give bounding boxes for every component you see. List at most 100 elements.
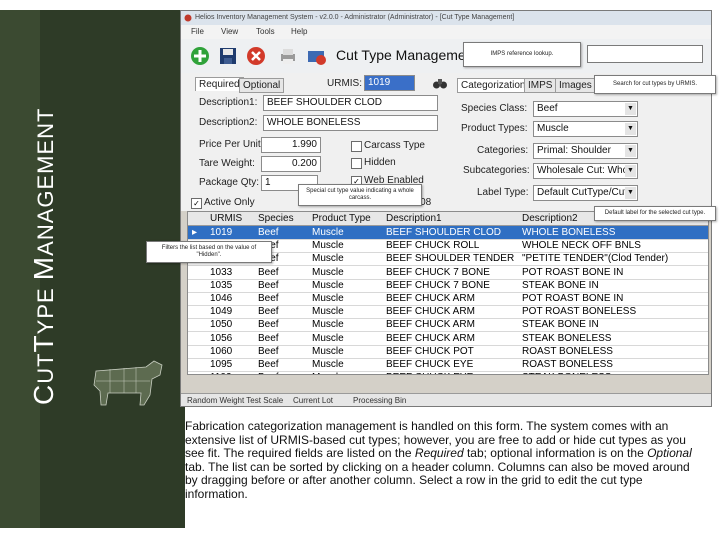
- column-header-product-type[interactable]: Product Type: [312, 213, 371, 224]
- table-row[interactable]: 1049 Beef Muscle BEEF CHUCK ARM POT ROAST BO…: [188, 305, 708, 320]
- table-cell: POT ROAST BONELESS: [522, 306, 637, 318]
- carcass-type-label: Carcass Type: [364, 140, 425, 151]
- urmis-search-input[interactable]: [587, 45, 703, 63]
- menu-bar: File View Tools Help: [181, 25, 711, 39]
- table-cell: BEEF SHOULDER TENDER: [386, 253, 515, 265]
- product-types-select[interactable]: Muscle ▼: [533, 121, 638, 137]
- table-cell: BEEF CHUCK ARM: [386, 306, 475, 318]
- table-cell: Beef: [258, 293, 279, 304]
- table-cell: Muscle: [312, 240, 344, 252]
- menu-tools[interactable]: Tools: [256, 27, 275, 36]
- status-scale[interactable]: Random Weight Test Scale: [187, 396, 283, 405]
- description-required: Required: [414, 446, 464, 461]
- species-class-value: Beef: [537, 103, 558, 114]
- table-cell: Beef: [258, 279, 279, 291]
- tare-field[interactable]: 0.200: [261, 156, 321, 172]
- price-label: Price Per Unit:: [199, 139, 264, 150]
- active-only-checkbox[interactable]: ✓: [191, 198, 202, 209]
- package-qty-label: Package Qty:: [199, 177, 260, 188]
- table-cell: Muscle: [312, 293, 344, 304]
- chevron-down-icon: ▼: [625, 145, 636, 157]
- product-types-label: Product Types:: [461, 123, 528, 134]
- window-titlebar: Helios Inventory Management System - v2.…: [181, 11, 711, 25]
- table-row[interactable]: 1050 Beef Muscle BEEF CHUCK ARM STEAK BONE I…: [188, 318, 708, 333]
- description1-field[interactable]: BEEF SHOULDER CLOD: [263, 95, 438, 111]
- table-row[interactable]: 1046 Beef Muscle BEEF CHUCK ARM POT ROAST BO…: [188, 292, 708, 306]
- callout-imps: IMPS reference lookup.: [463, 42, 581, 67]
- table-cell: STEAK BONELESS: [522, 332, 612, 344]
- menu-help[interactable]: Help: [291, 27, 307, 36]
- categories-value: Primal: Shoulder: [537, 145, 611, 156]
- add-button[interactable]: [189, 45, 211, 67]
- tab-categorization[interactable]: Categorization: [457, 78, 530, 93]
- cow-diagram-icon: [93, 360, 163, 406]
- column-header-description2[interactable]: Description2: [522, 213, 578, 224]
- subcategories-select[interactable]: Wholesale Cut: Whole ▼: [533, 163, 638, 179]
- table-cell: 1095: [210, 359, 233, 370]
- table-cell: STEAK BONE IN: [522, 319, 599, 331]
- callout-label-type: Default label for the selected cut type.: [594, 206, 716, 221]
- table-cell: 1056: [210, 332, 233, 344]
- tab-images[interactable]: Images: [555, 78, 596, 93]
- status-bin[interactable]: Processing Bin: [353, 396, 406, 405]
- table-cell: Beef: [258, 359, 279, 370]
- price-field[interactable]: 1.990: [261, 137, 321, 153]
- table-row[interactable]: 1102BeefMuscleBEEF CHUCK EYESTEAK BONELE…: [188, 371, 708, 374]
- tab-optional[interactable]: Optional: [239, 78, 285, 93]
- description-part3: tab. The list can be sorted by clicking …: [185, 459, 690, 501]
- tab-required[interactable]: Required: [195, 77, 244, 91]
- callout-carcass: Special cut type value indicating a whol…: [298, 184, 422, 206]
- toolbar: Cut Type Management: [181, 39, 711, 74]
- tab-imps[interactable]: IMPS: [524, 78, 557, 93]
- table-row[interactable]: ▸ 1019 Beef Muscle BEEF SHOULDER CLOD WHOLE B…: [188, 226, 708, 240]
- table-cell: Muscle: [312, 372, 384, 374]
- carcass-type-checkbox[interactable]: [351, 141, 362, 152]
- description2-field[interactable]: WHOLE BONELESS: [263, 115, 438, 131]
- hidden-checkbox[interactable]: [351, 158, 362, 169]
- hidden-label: Hidden: [364, 157, 396, 168]
- binoculars-icon[interactable]: [432, 75, 448, 91]
- table-cell: Muscle: [312, 319, 344, 331]
- table-cell: Beef: [258, 372, 310, 374]
- table-cell: Muscle: [312, 345, 344, 357]
- table-row[interactable]: 1033 Beef Muscle BEEF CHUCK 7 BONE POT ROAST…: [188, 266, 708, 280]
- label-type-select[interactable]: Default CutType/Cut ▼: [533, 185, 638, 201]
- label-type-value: Default CutType/Cut: [537, 187, 628, 198]
- table-cell: BEEF CHUCK ARM: [386, 332, 475, 344]
- chevron-down-icon: ▼: [625, 123, 636, 135]
- status-lot[interactable]: Current Lot: [293, 396, 333, 405]
- table-cell: Muscle: [312, 279, 344, 291]
- table-cell: 1019: [210, 227, 233, 238]
- species-class-select[interactable]: Beef ▼: [533, 101, 638, 117]
- column-header-species[interactable]: Species: [258, 213, 294, 224]
- table-cell: Beef: [258, 306, 279, 318]
- clear-filter-button[interactable]: [305, 45, 327, 67]
- cut-type-grid: URMIS Species Product Type Description1 …: [187, 211, 709, 375]
- menu-file[interactable]: File: [191, 27, 204, 36]
- table-cell: Beef: [258, 332, 279, 344]
- description-part2: tab; optional information is on the: [463, 446, 648, 461]
- subcategories-label: Subcategories:: [463, 165, 530, 176]
- menu-view[interactable]: View: [221, 27, 238, 36]
- toolbar-title: Cut Type Management: [336, 47, 478, 63]
- column-header-description1[interactable]: Description1: [386, 213, 442, 224]
- print-button[interactable]: [277, 45, 299, 67]
- column-header-urmis[interactable]: URMIS: [210, 213, 242, 224]
- table-row[interactable]: 1056 Beef Muscle BEEF CHUCK ARM STEAK BONELE…: [188, 332, 708, 346]
- chevron-down-icon: ▼: [625, 187, 636, 199]
- delete-button[interactable]: [245, 45, 267, 67]
- save-button[interactable]: [217, 45, 239, 67]
- urmis-field[interactable]: 1019: [364, 75, 415, 91]
- slide-title-ype: YPE: [33, 280, 58, 335]
- table-row[interactable]: 1035 Beef Muscle BEEF CHUCK 7 BONE STEAK BON…: [188, 279, 708, 293]
- table-cell: POT ROAST BONE IN: [522, 293, 624, 304]
- categories-select[interactable]: Primal: Shoulder ▼: [533, 143, 638, 159]
- slide-title-wrap: CUTTYPE MANAGEMENT: [20, 10, 80, 410]
- chevron-down-icon: ▼: [625, 165, 636, 177]
- table-cell: BEEF SHOULDER CLOD: [386, 227, 502, 238]
- table-row[interactable]: 1060 Beef Muscle BEEF CHUCK POT ROAST BONELE…: [188, 345, 708, 359]
- table-cell: 1102: [210, 372, 256, 374]
- urmis-label: URMIS:: [327, 78, 362, 89]
- table-row[interactable]: 1095 Beef Muscle BEEF CHUCK EYE ROAST BONELE…: [188, 358, 708, 372]
- table-cell: BEEF CHUCK POT: [386, 345, 474, 357]
